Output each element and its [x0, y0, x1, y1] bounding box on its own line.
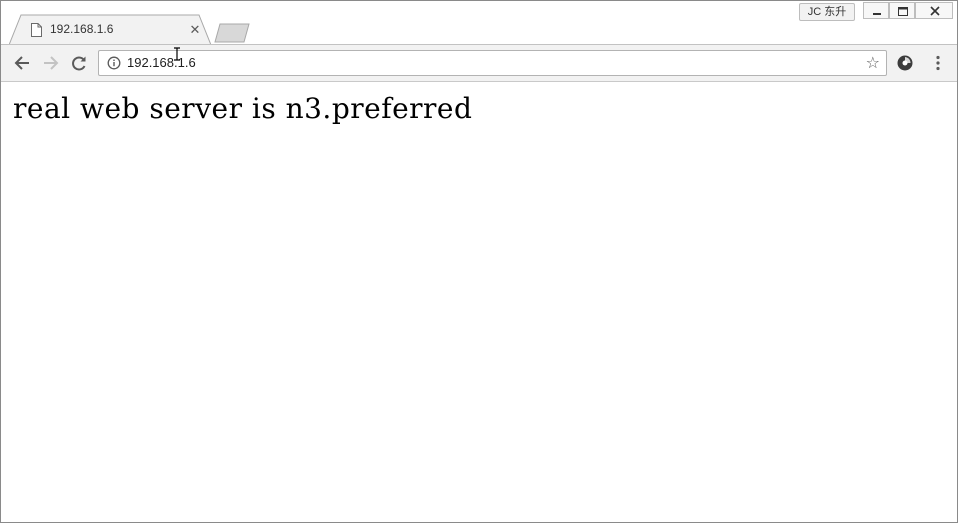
restore-icon — [898, 7, 908, 16]
new-tab-button[interactable] — [214, 23, 250, 43]
tab-strip: 192.168.1.6 ✕ JC 东升 — [1, 1, 957, 45]
reload-button[interactable] — [69, 53, 89, 73]
close-icon — [930, 6, 940, 16]
page-content: real web server is n3.preferred — [1, 82, 957, 522]
kebab-menu-icon[interactable] — [930, 54, 946, 72]
tab-close-icon[interactable]: ✕ — [187, 22, 203, 38]
page-body-text: real web server is n3.preferred — [13, 92, 473, 125]
info-icon[interactable] — [107, 56, 121, 70]
tab-title: 192.168.1.6 — [50, 22, 114, 36]
document-icon — [31, 23, 42, 37]
browser-window: 192.168.1.6 ✕ JC 东升 192.168.1.6 ☆ real w… — [0, 0, 958, 523]
back-arrow-icon — [14, 56, 29, 70]
text-cursor-icon — [174, 47, 180, 61]
minimize-icon — [873, 13, 881, 15]
tab-active[interactable]: 192.168.1.6 ✕ — [9, 14, 211, 45]
window-close-button[interactable] — [915, 2, 953, 19]
browser-toolbar: 192.168.1.6 ☆ — [1, 45, 957, 82]
reload-icon — [72, 56, 86, 71]
url-text[interactable]: 192.168.1.6 — [127, 55, 196, 70]
minimize-button[interactable] — [863, 2, 889, 19]
forward-button[interactable] — [40, 53, 60, 73]
back-button[interactable] — [13, 53, 33, 73]
restore-button[interactable] — [889, 2, 915, 19]
address-bar[interactable]: 192.168.1.6 ☆ — [98, 50, 887, 76]
profile-button[interactable]: JC 东升 — [799, 3, 855, 21]
star-icon[interactable]: ☆ — [866, 54, 880, 72]
forward-arrow-icon — [44, 56, 59, 70]
extension-icon[interactable] — [896, 54, 914, 72]
